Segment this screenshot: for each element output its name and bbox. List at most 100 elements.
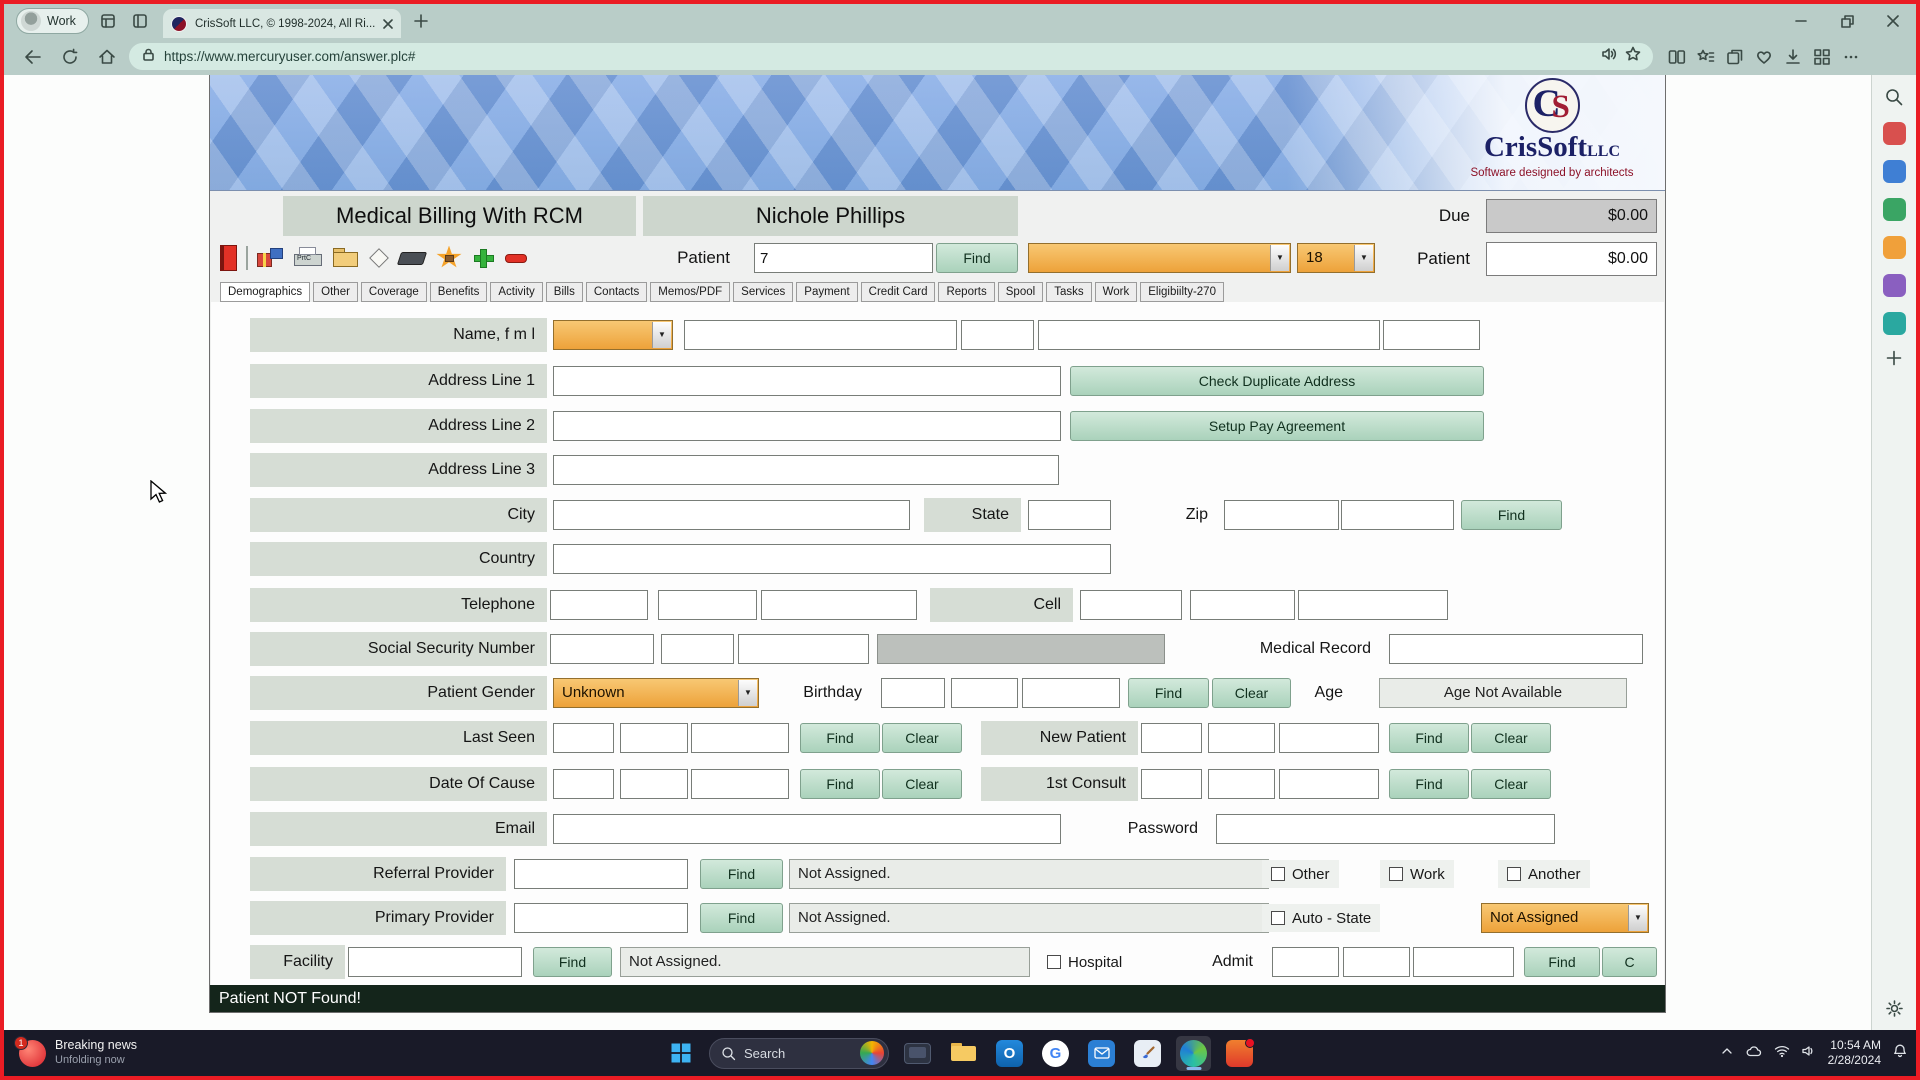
wifi-icon[interactable] bbox=[1774, 1044, 1790, 1063]
onedrive-icon[interactable] bbox=[1745, 1044, 1763, 1063]
name-prefix-select[interactable]: ▼ bbox=[553, 320, 673, 350]
eraser-icon[interactable] bbox=[399, 247, 427, 269]
tray-chevron-icon[interactable] bbox=[1720, 1044, 1734, 1063]
last-seen-day-input[interactable] bbox=[620, 723, 688, 753]
name-suffix-input[interactable] bbox=[1383, 320, 1480, 350]
first-consult-year-input[interactable] bbox=[1279, 769, 1379, 799]
tab-contacts[interactable]: Contacts bbox=[586, 282, 647, 302]
restore-button[interactable] bbox=[1824, 4, 1870, 38]
widgets-button[interactable]: 1 Breaking news Unfolding now bbox=[10, 1030, 146, 1076]
close-window-button[interactable] bbox=[1870, 4, 1916, 38]
admit-c-button[interactable]: C bbox=[1602, 947, 1657, 977]
volume-icon[interactable] bbox=[1801, 1044, 1817, 1063]
setup-pay-agreement-button[interactable]: Setup Pay Agreement bbox=[1070, 411, 1484, 441]
sidebar-add-icon[interactable] bbox=[1886, 350, 1902, 366]
medical-record-input[interactable] bbox=[1389, 634, 1643, 664]
tab-other[interactable]: Other bbox=[313, 282, 358, 302]
settings-more-icon[interactable] bbox=[1842, 48, 1860, 66]
sidebar-copilot-icon[interactable] bbox=[1883, 160, 1906, 183]
city-input[interactable] bbox=[553, 500, 910, 530]
other-checkbox[interactable] bbox=[1271, 867, 1285, 881]
patient-search-input[interactable] bbox=[754, 243, 933, 273]
google-icon[interactable]: G bbox=[1038, 1036, 1073, 1071]
patient-list-select[interactable]: ▼ bbox=[1028, 243, 1291, 273]
hospital-checkbox[interactable] bbox=[1047, 955, 1061, 969]
tab-demographics[interactable]: Demographics bbox=[220, 282, 310, 302]
gender-select[interactable]: Unknown▼ bbox=[553, 678, 759, 708]
auto-state-checkbox[interactable] bbox=[1271, 911, 1285, 925]
cell-area-input[interactable] bbox=[1080, 590, 1182, 620]
file-explorer-icon[interactable] bbox=[946, 1036, 981, 1071]
sidebar-excel-icon[interactable] bbox=[1883, 198, 1906, 221]
date-of-cause-day-input[interactable] bbox=[620, 769, 688, 799]
vertical-tabs-icon[interactable] bbox=[127, 8, 153, 34]
last-seen-clear-button[interactable]: Clear bbox=[882, 723, 962, 753]
sidebar-m365-icon[interactable] bbox=[1883, 122, 1906, 145]
taskbar-search[interactable]: Search bbox=[709, 1038, 889, 1069]
extensions-icon[interactable] bbox=[1813, 48, 1831, 66]
date-of-cause-year-input[interactable] bbox=[691, 769, 789, 799]
birthday-day-input[interactable] bbox=[951, 678, 1018, 708]
tab-payment[interactable]: Payment bbox=[796, 282, 857, 302]
start-button[interactable] bbox=[663, 1036, 698, 1071]
tab-tasks[interactable]: Tasks bbox=[1046, 282, 1091, 302]
read-aloud-icon[interactable] bbox=[1601, 46, 1617, 67]
tab-activity[interactable]: Activity bbox=[490, 282, 542, 302]
last-seen-month-input[interactable] bbox=[553, 723, 614, 753]
primary-provider-input[interactable] bbox=[514, 903, 688, 933]
sidebar-skype-icon[interactable] bbox=[1883, 312, 1906, 335]
taskbar-clock[interactable]: 10:54 AM 2/28/2024 bbox=[1828, 1038, 1881, 1068]
birthday-find-button[interactable]: Find bbox=[1128, 678, 1209, 708]
mail-app-icon[interactable] bbox=[1084, 1036, 1119, 1071]
new-patient-clear-button[interactable]: Clear bbox=[1471, 723, 1551, 753]
cell-line-input[interactable] bbox=[1298, 590, 1448, 620]
minimize-button[interactable] bbox=[1778, 4, 1824, 38]
refresh-icon[interactable] bbox=[55, 42, 85, 72]
primary-find-button[interactable]: Find bbox=[700, 903, 783, 933]
folder-icon[interactable] bbox=[333, 247, 359, 269]
middle-name-input[interactable] bbox=[961, 320, 1034, 350]
sidebar-shopping-icon[interactable] bbox=[1883, 236, 1906, 259]
tab-memos-pdf[interactable]: Memos/PDF bbox=[650, 282, 730, 302]
address3-input[interactable] bbox=[553, 455, 1059, 485]
zip-input[interactable] bbox=[1224, 500, 1339, 530]
gifts-icon[interactable] bbox=[257, 245, 285, 271]
birthday-clear-button[interactable]: Clear bbox=[1212, 678, 1291, 708]
browser-essentials-icon[interactable] bbox=[1755, 48, 1773, 66]
browser-profile-button[interactable]: Work bbox=[16, 8, 89, 34]
work-checkbox[interactable] bbox=[1389, 867, 1403, 881]
tab-eligibility-270[interactable]: Eligibiilty-270 bbox=[1140, 282, 1224, 302]
tab-coverage[interactable]: Coverage bbox=[361, 282, 427, 302]
first-name-input[interactable] bbox=[684, 320, 957, 350]
split-screen-icon[interactable] bbox=[1668, 48, 1686, 66]
edge-taskbar-icon[interactable] bbox=[1176, 1036, 1211, 1071]
add-icon[interactable] bbox=[472, 246, 496, 271]
patient-find-button[interactable]: Find bbox=[936, 243, 1018, 273]
ssn-part1-input[interactable] bbox=[550, 634, 654, 664]
new-patient-year-input[interactable] bbox=[1279, 723, 1379, 753]
print-icon[interactable]: PrtC bbox=[294, 245, 324, 271]
address1-input[interactable] bbox=[553, 366, 1061, 396]
zip-plus4-input[interactable] bbox=[1341, 500, 1454, 530]
new-patient-month-input[interactable] bbox=[1141, 723, 1202, 753]
remove-icon[interactable] bbox=[505, 246, 529, 271]
admit-day-input[interactable] bbox=[1343, 947, 1410, 977]
first-consult-clear-button[interactable]: Clear bbox=[1471, 769, 1551, 799]
tab-benefits[interactable]: Benefits bbox=[430, 282, 488, 302]
notification-bell-icon[interactable] bbox=[1892, 1043, 1908, 1064]
sidebar-search-icon[interactable] bbox=[1884, 87, 1904, 107]
first-consult-day-input[interactable] bbox=[1208, 769, 1275, 799]
state-input[interactable] bbox=[1028, 500, 1111, 530]
birthday-month-input[interactable] bbox=[881, 678, 945, 708]
tab-work[interactable]: Work bbox=[1095, 282, 1138, 302]
admit-find-button[interactable]: Find bbox=[1524, 947, 1600, 977]
password-input[interactable] bbox=[1216, 814, 1555, 844]
new-tab-button[interactable] bbox=[407, 7, 435, 35]
phone-line-input[interactable] bbox=[761, 590, 917, 620]
tab-spool[interactable]: Spool bbox=[998, 282, 1043, 302]
workspaces-icon[interactable] bbox=[95, 8, 121, 34]
screen-capture-app-icon[interactable] bbox=[900, 1036, 935, 1071]
tab-services[interactable]: Services bbox=[733, 282, 793, 302]
tab-close-icon[interactable] bbox=[383, 19, 393, 29]
back-icon[interactable] bbox=[18, 42, 48, 72]
